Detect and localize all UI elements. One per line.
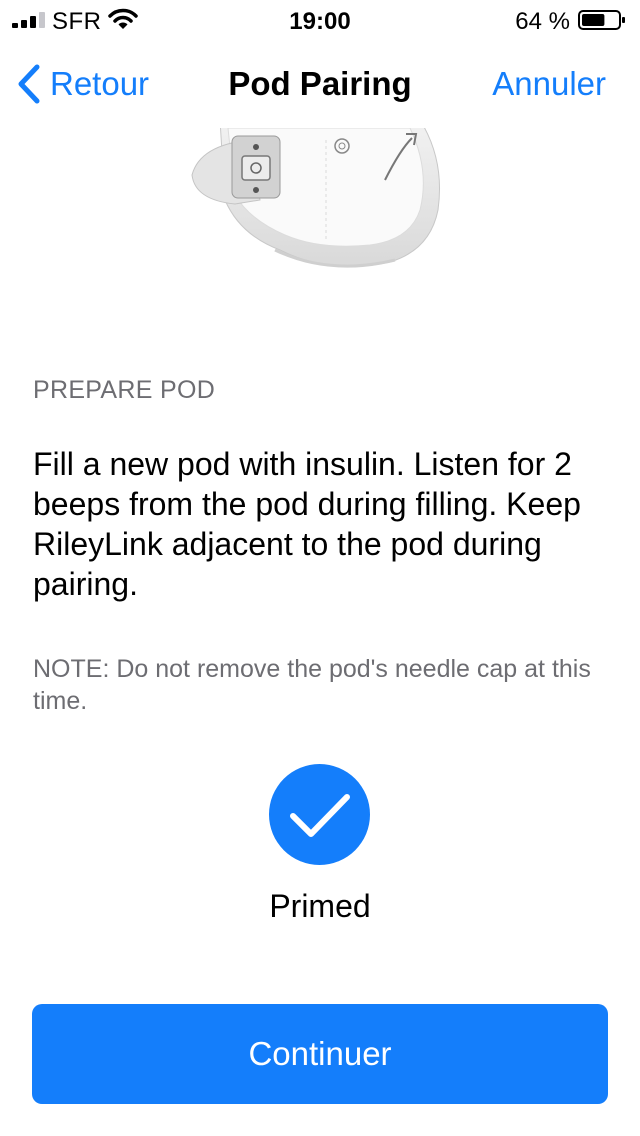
continue-button[interactable]: Continuer — [32, 1004, 608, 1104]
note-text: NOTE: Do not remove the pod's needle cap… — [33, 655, 591, 715]
instructions-text: Fill a new pod with insulin. Listen for … — [33, 446, 581, 602]
battery-percentage: 64 % — [515, 8, 570, 35]
section-header: PREPARE POD — [33, 376, 216, 404]
primed-status-indicator — [269, 764, 370, 865]
battery-icon — [578, 10, 625, 30]
status-bar: SFR 19:00 64 % — [0, 0, 640, 40]
checkmark-icon — [290, 794, 350, 837]
cancel-button[interactable]: Annuler — [492, 64, 606, 104]
primed-status-label: Primed — [269, 888, 371, 924]
navigation-bar: Retour Pod Pairing Annuler — [0, 40, 640, 128]
